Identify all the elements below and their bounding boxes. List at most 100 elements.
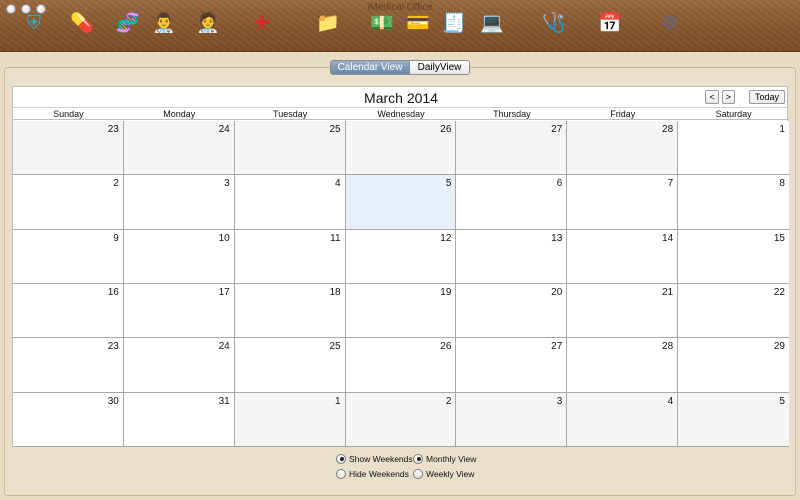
day-number: 14 [662,232,674,244]
day-cell[interactable]: 23 [13,338,124,393]
day-cell[interactable]: 26 [345,338,457,393]
day-cell[interactable]: 22 [678,283,789,339]
day-cell[interactable]: 26 [345,121,457,176]
day-cell[interactable]: 2 [345,392,457,447]
today-button[interactable]: Today [748,90,785,104]
day-cell[interactable]: 27 [456,121,568,176]
day-number: 7 [667,178,674,190]
day-number: 12 [440,232,452,244]
day-cell[interactable]: 21 [567,283,679,339]
day-cell[interactable]: 4 [234,175,346,230]
day-number: 3 [224,178,230,190]
show-weekends-label: Show Weekends [349,453,413,464]
day-cell[interactable]: 20 [456,283,568,339]
day-cell[interactable]: 7 [567,175,679,230]
day-number: 22 [773,286,785,298]
medical-cross-icon: ✚ [254,13,270,34]
day-cell[interactable]: 19 [345,283,457,339]
day-number: 23 [107,341,119,353]
day-number: 3 [556,395,563,407]
monthly-view-label: Monthly View [426,453,477,464]
weekly-view-radio[interactable]: Weekly View [413,469,493,480]
toolbar-shield-button[interactable]: ⛨ [8,12,60,52]
toolbar-patient-button[interactable]: 🩺 [528,12,580,52]
day-number: 9 [113,232,119,244]
toolbar-gear-button[interactable]: ⚙ [644,12,696,52]
calendar-navigation: < > Today [705,90,785,104]
day-cell[interactable]: 28 [567,338,679,393]
toolbar-calendar-check-button[interactable]: 📅 [584,12,636,52]
cash-register-icon: 💵 [370,13,394,34]
day-cell[interactable]: 17 [123,283,235,339]
day-cell[interactable]: 9 [13,229,124,284]
day-cell[interactable]: 4 [567,392,679,447]
day-cell[interactable]: 13 [456,229,568,284]
day-cell[interactable]: 15 [678,229,789,284]
monthly-view-radio[interactable]: Monthly View [413,453,493,464]
day-number: 10 [218,232,230,244]
weekly-view-radio-dot[interactable] [413,469,423,479]
medicine-box-icon: 🧾 [442,13,466,34]
day-cell[interactable]: 16 [13,283,124,339]
day-cell[interactable]: 3 [456,392,568,447]
day-number: 1 [335,395,341,407]
weekday-header-thursday: Thursday [493,109,531,119]
day-cell[interactable]: 2 [13,175,124,230]
day-cell[interactable]: 3 [123,175,235,230]
toolbar-folder-button[interactable]: 📁 [302,12,354,52]
nurse-icon: 🧑‍⚕️ [196,13,220,34]
day-cell-today[interactable]: 5 [345,175,457,230]
daily-view-tab[interactable]: DailyView [409,61,469,74]
day-number: 27 [551,341,563,353]
weekday-header-tuesday: Tuesday [273,109,308,119]
day-cell[interactable]: 30 [13,392,124,447]
hide-weekends-radio-dot[interactable] [336,469,346,479]
day-number: 4 [667,395,674,407]
show-weekends-radio[interactable]: Show Weekends [336,453,413,464]
day-cell[interactable]: 12 [345,229,457,284]
toolbar-nurse-button[interactable]: 🧑‍⚕️ [182,12,234,52]
day-number: 19 [440,286,452,298]
laptop-icon: 💻 [480,13,504,34]
day-cell[interactable]: 6 [456,175,568,230]
day-number: 17 [218,286,230,298]
day-cell[interactable]: 27 [456,338,568,393]
day-cell[interactable]: 10 [123,229,235,284]
day-cell[interactable]: 25 [234,338,346,393]
weekday-header-friday: Friday [610,109,636,119]
day-number: 25 [329,124,341,135]
day-cell[interactable]: 24 [123,338,235,393]
day-cell[interactable]: 8 [678,175,789,230]
day-cell[interactable]: 28 [567,121,679,176]
weekday-header-wednesday: Wednesday [377,109,425,119]
weekday-header-sunday: Sunday [53,109,84,119]
toolbar-pills-button[interactable]: 💊 [56,12,108,52]
show-weekends-radio-dot[interactable] [336,453,346,464]
day-cell[interactable]: 1 [678,121,789,176]
day-number: 15 [773,232,785,244]
day-cell[interactable]: 24 [123,121,235,176]
weekly-view-label: Weekly View [426,469,475,479]
day-cell[interactable]: 29 [678,338,789,393]
calendar-grid: 23 24 25 26 27 28 1 2 3 4 5 6 7 8 9 10 11 12 13 14 15 16 17 18 1… [13,121,789,447]
calendar-view-tab[interactable]: Calendar View [331,61,409,74]
day-cell[interactable]: 11 [234,229,346,284]
day-cell[interactable]: 14 [567,229,679,284]
calendar-check-icon: 📅 [598,13,622,34]
day-cell[interactable]: 18 [234,283,346,339]
day-cell[interactable]: 23 [13,121,124,176]
day-cell[interactable]: 31 [123,392,235,447]
toolbar-laptop-button[interactable]: 💻 [466,12,518,52]
next-month-button[interactable]: > [721,90,735,104]
hide-weekends-radio[interactable]: Hide Weekends [336,469,413,480]
monthly-view-radio-dot[interactable] [413,453,423,464]
day-number: 30 [107,395,119,407]
toolbar-medical-cross-button[interactable]: ✚ [236,12,288,52]
day-cell[interactable]: 1 [234,392,346,447]
day-cell[interactable]: 5 [678,392,789,447]
day-cell[interactable]: 25 [234,121,346,176]
day-number: 26 [440,341,452,353]
dna-icon: 🧬 [116,13,140,34]
previous-month-button[interactable]: < [705,90,719,104]
day-number: 5 [445,178,452,190]
